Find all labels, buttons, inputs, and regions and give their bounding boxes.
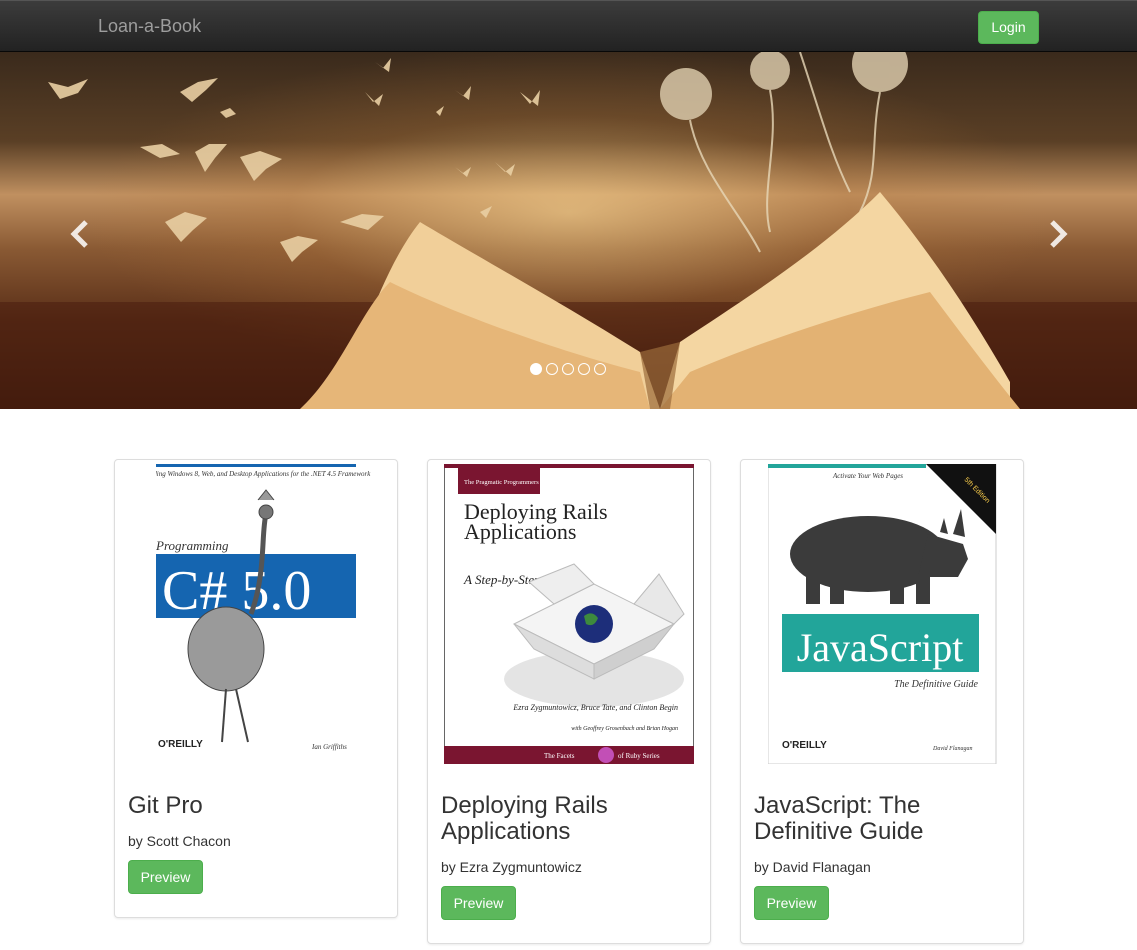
book-title: JavaScript: The Definitive Guide bbox=[754, 792, 924, 845]
chevron-right-icon bbox=[1050, 220, 1068, 248]
preview-button[interactable]: Preview bbox=[754, 886, 829, 920]
cover-footer-right: of Ruby Series bbox=[618, 752, 660, 760]
book-cover[interactable]: Activate Your Web Pages 5th Edition Java… bbox=[768, 464, 998, 764]
carousel-indicator[interactable] bbox=[578, 363, 590, 375]
cover-footer-left: The Facets bbox=[544, 752, 575, 760]
book-author: by David Flanagan bbox=[754, 859, 871, 875]
hero-image bbox=[0, 52, 1137, 409]
cover-publisher: O'REILLY bbox=[158, 739, 203, 750]
cover-tagline: Building Windows 8, Web, and Desktop App… bbox=[156, 470, 371, 478]
hero-carousel bbox=[0, 52, 1137, 409]
carousel-indicator[interactable] bbox=[562, 363, 574, 375]
book-title: Git Pro bbox=[128, 792, 203, 819]
cover-authors: Ezra Zygmuntowicz, Bruce Tate, and Clint… bbox=[512, 703, 678, 712]
book-card: The Pragmatic Programmers Deploying Rail… bbox=[427, 459, 711, 944]
carousel-prev-button[interactable] bbox=[60, 214, 100, 254]
book-title: Deploying Rails Applications bbox=[441, 792, 608, 845]
cover-main-title: Deploying Rails Applications bbox=[464, 502, 608, 544]
brand-link[interactable]: Loan-a-Book bbox=[98, 16, 201, 37]
book-author: by Scott Chacon bbox=[128, 833, 231, 849]
cover-series: Programming bbox=[156, 538, 229, 553]
carousel-indicators bbox=[530, 363, 606, 375]
book-cover[interactable]: The Pragmatic Programmers Deploying Rail… bbox=[444, 464, 694, 764]
login-button[interactable]: Login bbox=[978, 11, 1039, 44]
book-card: Activate Your Web Pages 5th Edition Java… bbox=[740, 459, 1024, 944]
book-card: Building Windows 8, Web, and Desktop App… bbox=[114, 459, 398, 918]
cover-subtitle: The Definitive Guide bbox=[894, 679, 978, 690]
cover-tagline: Activate Your Web Pages bbox=[832, 472, 903, 480]
carousel-indicator[interactable] bbox=[530, 363, 542, 375]
navbar: Loan-a-Book Login bbox=[0, 0, 1137, 52]
cover-publisher: O'REILLY bbox=[782, 740, 827, 751]
cover-with: with Geoffrey Grosenbach and Brian Hogan bbox=[571, 725, 678, 732]
carousel-indicator[interactable] bbox=[546, 363, 558, 375]
cover-author: Ian Griffiths bbox=[311, 743, 347, 751]
cover-publisher: The Pragmatic Programmers bbox=[464, 479, 539, 486]
cover-author: David Flanagan bbox=[932, 746, 973, 752]
preview-button[interactable]: Preview bbox=[441, 886, 516, 920]
chevron-left-icon bbox=[70, 220, 88, 248]
book-cover[interactable]: Building Windows 8, Web, and Desktop App… bbox=[156, 464, 386, 764]
preview-button[interactable]: Preview bbox=[128, 860, 203, 894]
carousel-next-button[interactable] bbox=[1038, 214, 1078, 254]
carousel-indicator[interactable] bbox=[594, 363, 606, 375]
cover-main-title: JavaScript bbox=[797, 625, 964, 670]
book-author: by Ezra Zygmuntowicz bbox=[441, 859, 582, 875]
